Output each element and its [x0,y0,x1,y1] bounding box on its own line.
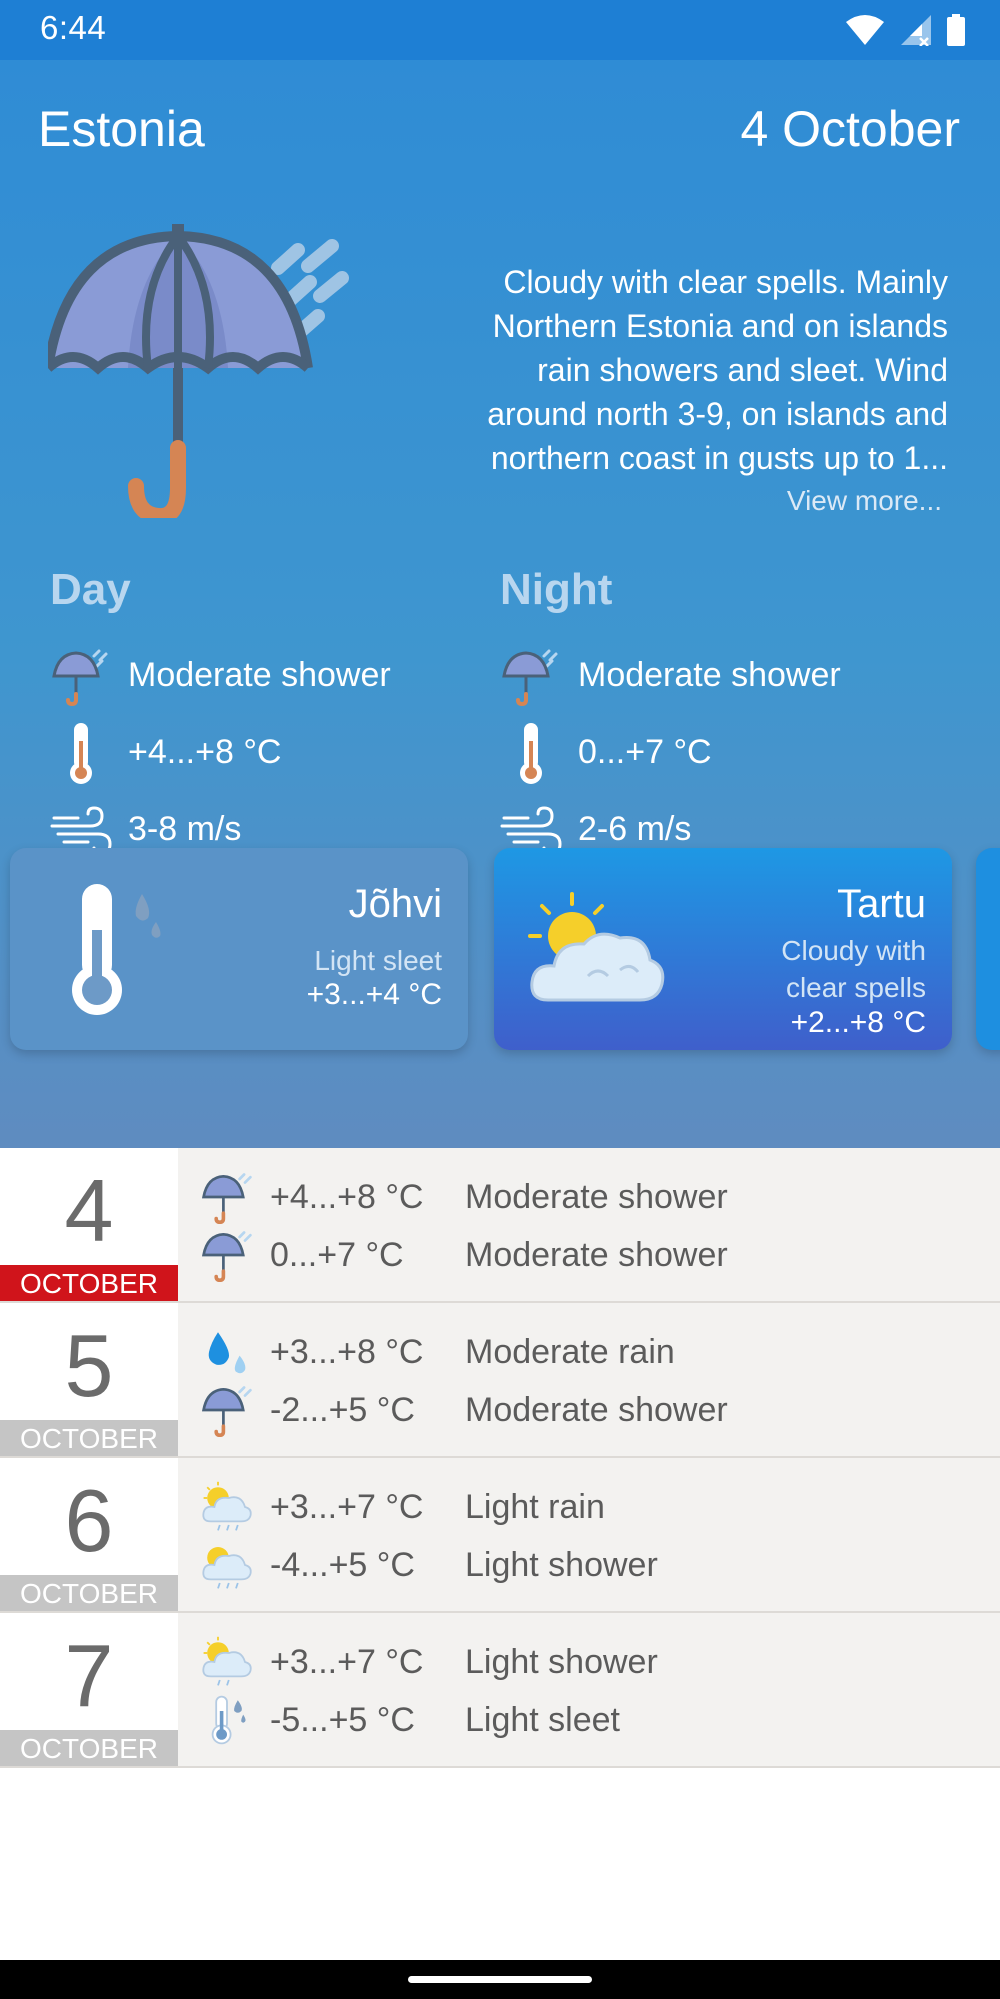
forecast-desc: Light rain [465,1487,605,1526]
forecast-row[interactable]: 7 OCTOBER +3...+7 °C Light shower -5...+… [0,1613,1000,1768]
forecast-temp: -4...+5 °C [270,1545,415,1584]
day-title: Day [50,565,131,614]
date-cell: 5 OCTOBER [0,1303,178,1456]
umbrella-icon [201,1231,252,1282]
umbrella-icon [52,649,108,706]
sun-cloud-icon [528,892,665,1002]
date-cell: 6 OCTOBER [0,1458,178,1611]
forecast-desc: Moderate rain [465,1332,675,1371]
city-condition: Cloudy with clear spells [781,935,926,1003]
night-title: Night [500,565,613,614]
night-part: 0...+7 °C Moderate shower [200,1226,980,1284]
city-card-tartu[interactable]: Tartu Cloudy with clear spells +2...+8 °… [494,848,952,1050]
day-number: 7 [64,1626,114,1725]
cell-signal-icon [900,15,931,46]
sun-cloud-rain-icon [202,1636,252,1686]
night-forecast: Night Moderate shower 0...+7 °C 2-6 m/s [500,565,900,868]
umbrella-rain-icon [48,224,349,518]
country-title: Estonia [38,101,205,157]
city-card-next[interactable] [976,848,1000,1050]
night-condition-row: Moderate shower [500,637,900,714]
umbrella-icon [502,649,558,706]
date-cell: 4 OCTOBER [0,1148,178,1301]
day-number: 4 [64,1161,114,1260]
current-date: 4 October [740,101,960,157]
forecast-desc: Light shower [465,1642,658,1681]
forecast-desc: Light shower [465,1545,658,1584]
thermometer-sleet-icon [72,884,161,1015]
battery-icon [947,14,965,46]
forecast-temp: 0...+7 °C [270,1235,404,1274]
night-wind: 2-6 m/s [578,810,692,848]
day-part: +3...+8 °C Moderate rain [200,1323,980,1381]
status-bar: 6:44 [0,0,1000,60]
status-time: 6:44 [40,9,107,46]
month-label: OCTOBER [0,1730,178,1766]
night-part: -5...+5 °C Light sleet [200,1691,980,1749]
day-part: +3...+7 °C Light shower [200,1633,980,1691]
night-part: -4...+5 °C Light shower [200,1536,980,1594]
forecast-temp: +4...+8 °C [270,1177,424,1216]
forecast-desc: Moderate shower [465,1177,728,1216]
sun-cloud-rain-icon [202,1481,252,1531]
forecast-desc: Moderate shower [465,1235,728,1274]
raindrop-icon [208,1332,246,1374]
city-temperature: +3...+4 °C [306,978,442,1011]
day-condition-row: Moderate shower [50,637,450,714]
umbrella-icon [201,1173,252,1224]
day-temperature: +4...+8 °C [128,733,282,771]
day-temperature-row: +4...+8 °C [50,714,450,791]
city-card-johvi[interactable]: Jõhvi Light sleet +3...+4 °C [10,848,468,1050]
day-number: 5 [64,1316,114,1415]
month-label: OCTOBER [0,1265,178,1301]
forecast-row[interactable]: 6 OCTOBER +3...+7 °C Light rain -4...+5 … [0,1458,1000,1613]
system-navigation-bar [0,1960,1000,1999]
thermometer-sleet-icon [211,1695,246,1745]
status-icons [835,14,966,48]
city-name: Tartu [837,882,926,926]
day-wind: 3-8 m/s [128,810,242,848]
night-temperature-row: 0...+7 °C [500,714,900,791]
day-forecast: Day Moderate shower +4...+8 °C 3-8 m/s [50,565,450,868]
view-more-link[interactable]: View more... [787,485,942,517]
thermometer-icon [520,722,542,784]
forecast-temp: -5...+5 °C [270,1700,415,1739]
month-label: OCTOBER [0,1575,178,1611]
city-temperature: +2...+8 °C [790,1006,926,1039]
forecast-temp: +3...+7 °C [270,1487,424,1526]
forecast-desc: Light sleet [465,1700,620,1739]
forecast-row[interactable]: 4 OCTOBER +4...+8 °C Moderate shower 0..… [0,1148,1000,1303]
night-part: -2...+5 °C Moderate shower [200,1381,980,1439]
city-condition: Light sleet [314,945,442,976]
forecast-temp: +3...+8 °C [270,1332,424,1371]
sun-cloud-rain-icon [202,1547,252,1589]
forecast-list: 4 OCTOBER +4...+8 °C Moderate shower 0..… [0,1148,1000,1768]
month-label: OCTOBER [0,1420,178,1456]
forecast-summary: Cloudy with clear spells. Mainly Norther… [487,264,948,476]
wifi-icon [846,15,885,45]
forecast-temp: +3...+7 °C [270,1642,424,1681]
thermometer-icon [70,722,92,784]
city-name: Jõhvi [348,882,442,926]
day-part: +4...+8 °C Moderate shower [200,1168,980,1226]
date-cell: 7 OCTOBER [0,1613,178,1766]
day-number: 6 [64,1471,114,1570]
night-temperature: 0...+7 °C [578,733,712,771]
forecast-temp: -2...+5 °C [270,1390,415,1429]
forecast-desc: Moderate shower [465,1390,728,1429]
forecast-row[interactable]: 5 OCTOBER +3...+8 °C Moderate rain -2...… [0,1303,1000,1458]
home-gesture-handle[interactable] [408,1976,592,1983]
night-condition: Moderate shower [578,656,841,694]
day-condition: Moderate shower [128,656,391,694]
day-part: +3...+7 °C Light rain [200,1478,980,1536]
umbrella-icon [201,1386,252,1437]
